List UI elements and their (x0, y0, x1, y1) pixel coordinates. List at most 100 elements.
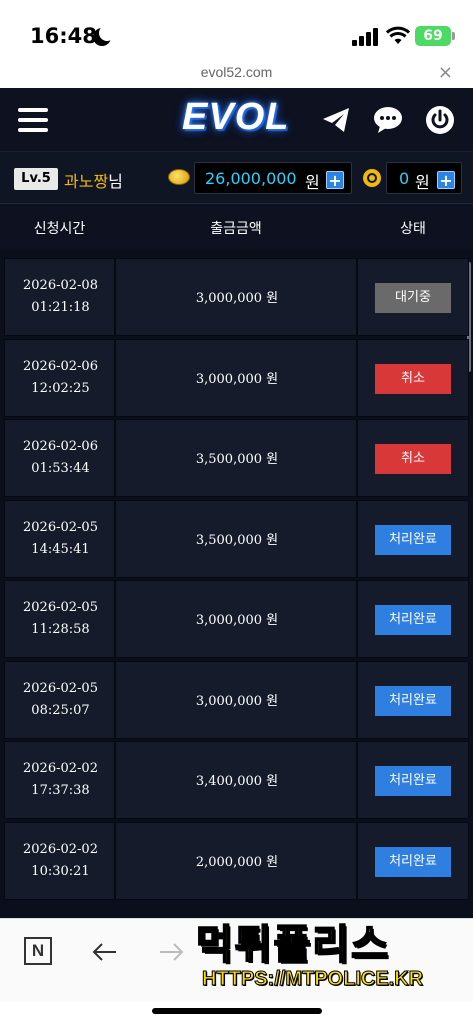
table-row[interactable]: 2026-02-02 10:30:21 2,000,000 원 처리완료 (4, 821, 469, 900)
status-cell: 취소 (357, 419, 469, 497)
request-time: 17:37:38 (31, 783, 90, 798)
watermark-main: 먹튀폴리스 (195, 921, 390, 969)
level-badge: Lv.5 (14, 168, 58, 190)
request-datetime: 2026-02-08 01:21:18 (5, 275, 116, 319)
request-date: 2026-02-05 (23, 680, 98, 696)
table-row[interactable]: 2026-02-02 17:37:38 3,400,000 원 처리완료 (4, 741, 469, 819)
chip-icon (363, 169, 381, 187)
request-datetime: 2026-02-02 10:30:21 (5, 839, 116, 883)
status-badge[interactable]: 대기중 (375, 283, 451, 313)
status-badge[interactable]: 처리완료 (375, 766, 451, 796)
moon-icon (93, 25, 115, 46)
telegram-icon[interactable] (320, 104, 352, 136)
balance-value: 26,000,000 (205, 169, 297, 188)
header-withdraw-amount: 출금금액 (210, 221, 262, 237)
amount-cell: 3,000,000 원 (115, 580, 357, 658)
browser-url-bar[interactable]: evol52.com × (0, 60, 473, 88)
username: 과노짱님 (64, 168, 123, 192)
power-icon[interactable] (424, 104, 456, 136)
balance-unit: 원 (305, 173, 320, 192)
user-info-bar: Lv.5 과노짱님 26,000,000 원 + 0 원 + (0, 152, 473, 204)
withdrawal-list[interactable]: 2026-02-08 01:21:18 3,000,000 원 대기중 2026-02-… (0, 250, 473, 918)
status-cell: 처리완료 (357, 741, 469, 819)
request-date: 2026-02-02 (23, 841, 98, 857)
table-row[interactable]: 2026-02-06 12:02:25 3,000,000 원 취소 (4, 338, 469, 417)
hamburger-icon[interactable] (18, 108, 48, 132)
status-cell: 대기중 (357, 258, 469, 336)
app-header: EVOL (0, 88, 473, 152)
request-time: 14:45:41 (31, 541, 90, 557)
request-date: 2026-02-08 (23, 278, 98, 293)
request-time: 01:53:44 (31, 461, 90, 476)
signal-icon (352, 28, 378, 46)
status-badge[interactable]: 처리완료 (375, 685, 451, 716)
status-cell: 처리완료 (357, 660, 469, 739)
chat-icon[interactable] (372, 104, 404, 136)
balance-box: 26,000,000 원 + (194, 162, 352, 194)
date-cell: 2026-02-02 10:30:21 (4, 821, 116, 900)
withdraw-amount: 3,400,000 원 (195, 774, 279, 789)
date-cell: 2026-02-05 14:45:41 (4, 499, 116, 578)
withdraw-amount: 3,000,000 원 (195, 291, 279, 306)
request-time: 11:28:58 (31, 622, 90, 637)
withdraw-amount: 3,500,000 원 (195, 452, 279, 467)
watermark-url: HTTPS://MTPOLICE.KR (201, 968, 424, 991)
amount-cell: 3,000,000 원 (115, 660, 357, 739)
status-badge[interactable]: 처리완료 (375, 605, 451, 635)
status-badge[interactable]: 취소 (375, 444, 451, 474)
status-cell: 처리완료 (357, 821, 469, 900)
table-row[interactable]: 2026-02-05 14:45:41 3,500,000 원 처리완료 (4, 499, 469, 578)
amount-cell: 3,000,000 원 (115, 338, 357, 417)
header-request-time: 신청시간 (33, 221, 86, 237)
status-badge[interactable]: 처리완료 (375, 846, 451, 877)
request-date: 2026-02-06 (23, 358, 98, 374)
point-box: 0 원 + (386, 162, 462, 194)
request-time: 10:30:21 (31, 863, 90, 879)
arrow-right-icon[interactable] (156, 937, 186, 967)
ios-status-bar: 16:48 69 (0, 0, 473, 60)
url-text[interactable]: evol52.com (0, 64, 473, 80)
watermark: 먹튀폴리스 HTTPS://MTPOLICE.KR (195, 912, 446, 1002)
request-time: 12:02:25 (31, 380, 90, 396)
point-plus-button[interactable]: + (437, 171, 455, 189)
request-time: 01:21:18 (31, 300, 90, 315)
status-badge[interactable]: 취소 (375, 363, 451, 394)
close-icon[interactable]: × (438, 62, 453, 83)
request-datetime: 2026-02-06 12:02:25 (5, 356, 116, 400)
table-row[interactable]: 2026-02-05 11:28:58 3,000,000 원 처리완료 (4, 580, 469, 658)
withdraw-amount: 2,000,000 원 (195, 854, 279, 870)
withdraw-amount: 3,000,000 원 (195, 371, 279, 387)
request-datetime: 2026-02-02 17:37:38 (5, 758, 116, 802)
status-time: 16:48 (30, 24, 97, 48)
status-cell: 처리완료 (357, 580, 469, 658)
request-date: 2026-02-05 (23, 519, 98, 535)
table-row[interactable]: 2026-02-05 08:25:07 3,000,000 원 처리완료 (4, 660, 469, 739)
amount-cell: 3,400,000 원 (115, 741, 357, 819)
request-time: 08:25:07 (31, 702, 90, 718)
withdraw-amount: 3,500,000 원 (195, 532, 279, 548)
status-badge[interactable]: 처리완료 (375, 524, 451, 555)
coin-icon (168, 169, 190, 185)
amount-cell: 2,000,000 원 (115, 821, 357, 900)
withdraw-amount: 3,000,000 원 (195, 613, 279, 628)
home-indicator (152, 1008, 322, 1014)
arrow-left-icon[interactable] (90, 937, 120, 967)
amount-cell: 3,500,000 원 (115, 499, 357, 578)
table-header: 신청시간 출금금액 상태 (0, 204, 473, 250)
header-status: 상태 (400, 221, 426, 237)
status-cell: 처리완료 (357, 499, 469, 578)
username-text: 과노짱 (64, 172, 109, 191)
date-cell: 2026-02-05 08:25:07 (4, 660, 115, 739)
date-cell: 2026-02-05 11:28:58 (4, 580, 115, 658)
amount-cell: 3,500,000 원 (115, 419, 357, 497)
point-value: 0 (399, 169, 410, 188)
username-suffix: 님 (108, 172, 123, 191)
evol-logo[interactable]: EVOL (182, 96, 289, 139)
table-row[interactable]: 2026-02-08 01:21:18 3,000,000 원 대기중 (4, 258, 469, 336)
deposit-plus-button[interactable]: + (326, 171, 344, 189)
naver-n-icon[interactable]: N (24, 937, 52, 965)
request-datetime: 2026-02-05 14:45:41 (5, 517, 116, 561)
amount-cell: 3,000,000 원 (115, 258, 357, 336)
table-row[interactable]: 2026-02-06 01:53:44 3,500,000 원 취소 (4, 419, 469, 497)
battery-indicator: 69 (415, 26, 455, 46)
